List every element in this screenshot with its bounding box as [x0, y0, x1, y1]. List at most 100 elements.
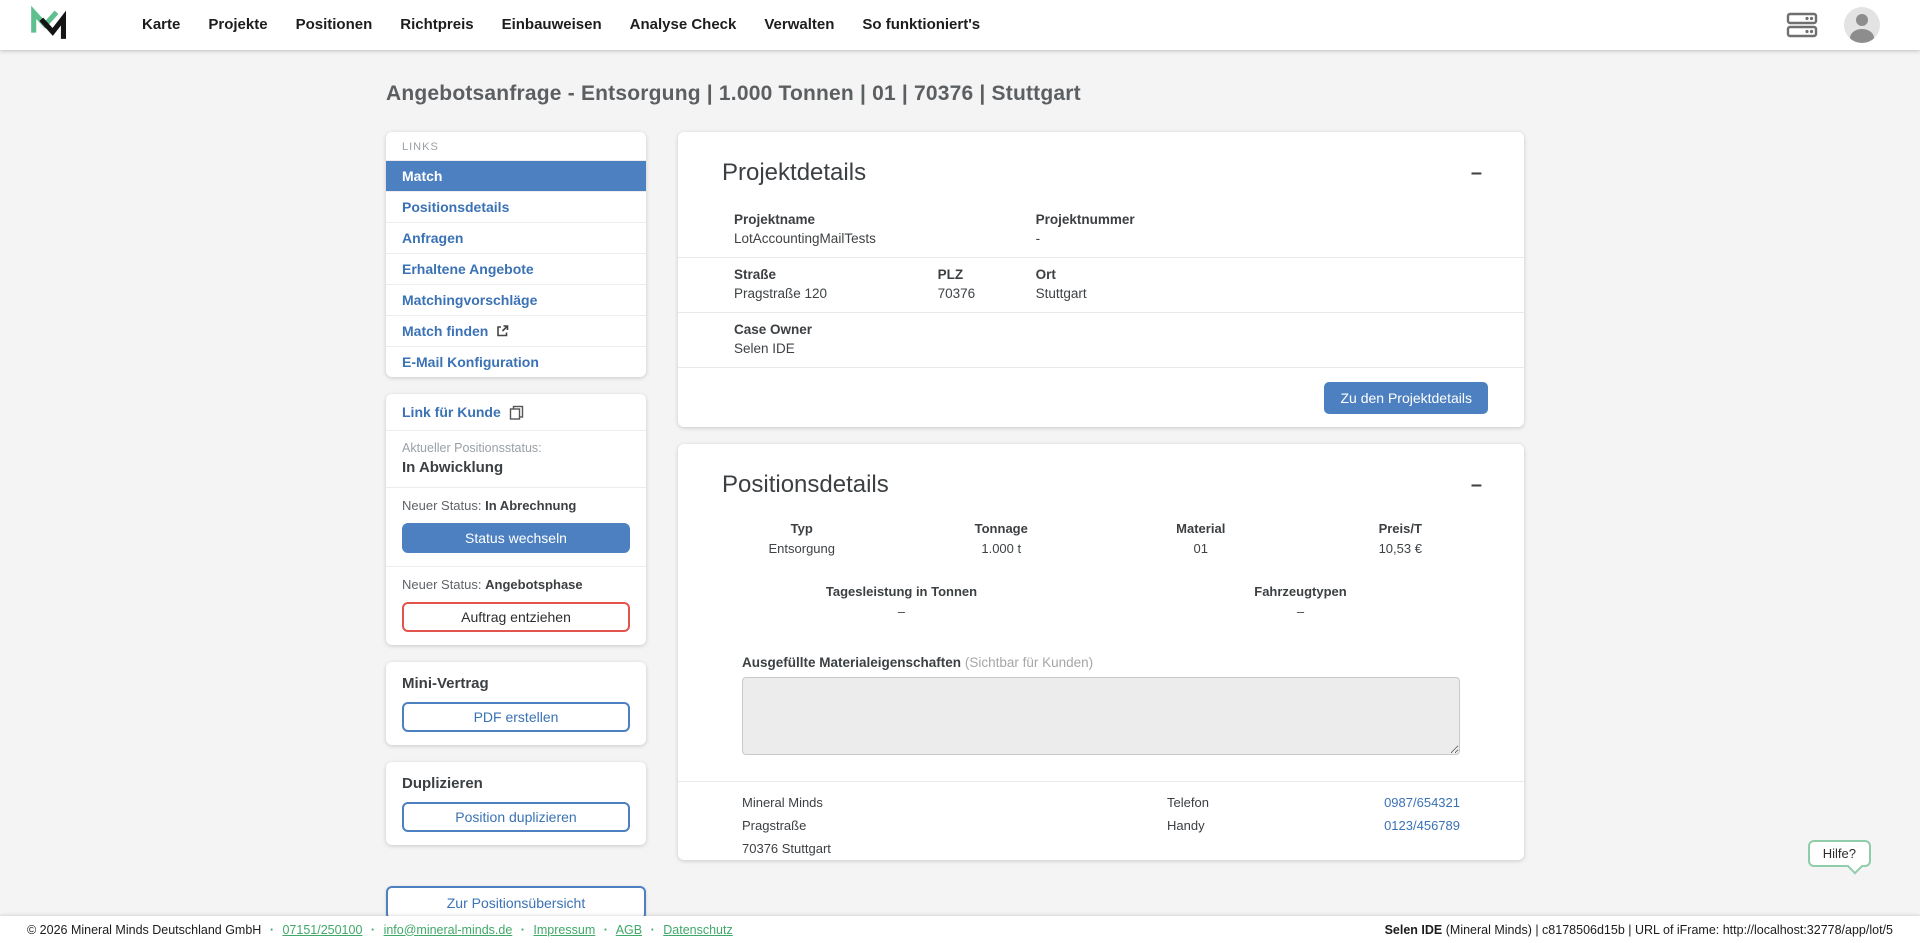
field-label: Tagesleistung in Tonnen: [702, 584, 1101, 599]
project-details-header: Projektdetails –: [678, 132, 1524, 203]
to-project-details-button[interactable]: Zu den Projektdetails: [1324, 382, 1488, 414]
sidebar-item-anfragen[interactable]: Anfragen: [386, 223, 646, 254]
sidebar-item-matchingvorschlaege[interactable]: Matchingvorschläge: [386, 285, 646, 316]
field-case-owner: Case Owner Selen IDE: [734, 322, 938, 356]
nav-verwalten[interactable]: Verwalten: [750, 0, 848, 50]
field-value: 1.000 t: [902, 541, 1102, 556]
field-value: -: [1036, 231, 1488, 246]
field-label: Projektnummer: [1036, 212, 1488, 227]
nav-einbauweisen[interactable]: Einbauweisen: [488, 0, 616, 50]
nav-karte[interactable]: Karte: [128, 0, 194, 50]
sidebar-item-positionsdetails[interactable]: Positionsdetails: [386, 192, 646, 223]
user-avatar[interactable]: [1844, 7, 1880, 43]
project-row-name: Projektname LotAccountingMailTests Proje…: [678, 203, 1524, 257]
help-button[interactable]: Hilfe?: [1808, 840, 1871, 867]
contact-city: 70376 Stuttgart: [742, 838, 1167, 861]
sidebar-item-match-finden[interactable]: Match finden: [386, 316, 646, 347]
status-card: Link für Kunde Aktueller Positionsstatus…: [386, 394, 646, 645]
field-material: Material 01: [1101, 521, 1301, 556]
field-value: 10,53 €: [1301, 541, 1501, 556]
field-projektname: Projektname LotAccountingMailTests: [734, 212, 1036, 246]
nav-projekte[interactable]: Projekte: [194, 0, 281, 50]
field-value: 70376: [938, 286, 1036, 301]
field-label: Case Owner: [734, 322, 938, 337]
customer-link[interactable]: Link für Kunde: [386, 394, 646, 431]
nav-richtpreis[interactable]: Richtpreis: [386, 0, 487, 50]
server-icon[interactable]: [1786, 12, 1818, 38]
field-label: Preis/T: [1301, 521, 1501, 536]
mineral-minds-logo-icon[interactable]: [28, 3, 72, 47]
field-ort: Ort Stuttgart: [1036, 267, 1488, 301]
page-title: Angebotsanfrage - Entsorgung | 1.000 Ton…: [386, 82, 1920, 106]
collapse-position-button[interactable]: –: [1465, 471, 1488, 499]
links-card-title: LINKS: [386, 132, 646, 161]
footer-impressum-link[interactable]: Impressum: [533, 923, 595, 937]
material-properties-label: Ausgefüllte Materialeigenschaften (Sicht…: [742, 655, 1460, 670]
nav-positionen[interactable]: Positionen: [282, 0, 387, 50]
field-tonnage: Tonnage 1.000 t: [902, 521, 1102, 556]
footer-left: © 2026 Mineral Minds Deutschland GmbH · …: [27, 923, 733, 937]
mini-contract-title: Mini-Vertrag: [386, 662, 646, 692]
field-fahrzeugtypen: Fahrzeugtypen –: [1101, 584, 1500, 619]
project-details-footer: Zu den Projektdetails: [678, 367, 1524, 427]
contact-street: Pragstraße: [742, 815, 1167, 838]
field-strasse: Straße Pragstraße 120: [734, 267, 938, 301]
duplicate-card: Duplizieren Position duplizieren: [386, 762, 646, 845]
new-status-prefix: Neuer Status:: [402, 498, 482, 513]
duplicate-title: Duplizieren: [386, 762, 646, 792]
material-properties-hint: (Sichtbar für Kunden): [965, 655, 1093, 670]
current-status-block: Aktueller Positionsstatus: In Abwicklung: [386, 431, 646, 488]
footer-phone-link[interactable]: 07151/250100: [282, 923, 362, 937]
field-typ: Typ Entsorgung: [702, 521, 902, 556]
footer-separator: ·: [521, 923, 525, 937]
footer-separator: ·: [270, 923, 274, 937]
field-label: Ort: [1036, 267, 1488, 282]
withdraw-order-button[interactable]: Auftrag entziehen: [402, 602, 630, 632]
current-status-value: In Abwicklung: [402, 459, 630, 476]
material-properties-textarea[interactable]: [742, 677, 1460, 755]
footer-user: Selen IDE: [1385, 923, 1443, 937]
footer-separator: ·: [651, 923, 655, 937]
material-properties-label-text: Ausgefüllte Materialeigenschaften: [742, 655, 961, 670]
footer-agb-link[interactable]: AGB: [616, 923, 642, 937]
sidebar-item-label: Anfragen: [402, 230, 463, 246]
footer-copyright: © 2026 Mineral Minds Deutschland GmbH: [27, 923, 261, 937]
project-row-owner: Case Owner Selen IDE: [678, 312, 1524, 367]
app-header: Karte Projekte Positionen Richtpreis Ein…: [0, 0, 1920, 50]
footer-datenschutz-link[interactable]: Datenschutz: [663, 923, 732, 937]
field-label: Typ: [702, 521, 902, 536]
nav-so-funktionierts[interactable]: So funktioniert's: [848, 0, 994, 50]
sidebar-item-match[interactable]: Match: [386, 161, 646, 192]
new-status-prefix: Neuer Status:: [402, 577, 482, 592]
project-details-title: Projektdetails: [722, 159, 866, 187]
footer-email-link[interactable]: info@mineral-minds.de: [384, 923, 513, 937]
field-value: Entsorgung: [702, 541, 902, 556]
duplicate-position-button[interactable]: Position duplizieren: [402, 802, 630, 832]
footer-session-info: (Mineral Minds) | c8178506d15b | URL of …: [1442, 923, 1893, 937]
current-status-label: Aktueller Positionsstatus:: [402, 441, 630, 455]
copy-icon: [509, 405, 524, 420]
nav-analyse-check[interactable]: Analyse Check: [616, 0, 751, 50]
sidebar-item-email-konfiguration[interactable]: E-Mail Konfiguration: [386, 347, 646, 377]
sidebar-item-label: Match: [402, 168, 442, 184]
main-column: Projektdetails – Projektname LotAccounti…: [678, 132, 1524, 877]
field-label: Projektname: [734, 212, 1036, 227]
field-label: Material: [1101, 521, 1301, 536]
contact-handy-value[interactable]: 0123/456789: [1384, 815, 1460, 838]
footer-separator: ·: [371, 923, 375, 937]
person-icon: [1844, 7, 1880, 43]
create-pdf-button[interactable]: PDF erstellen: [402, 702, 630, 732]
field-value: Selen IDE: [734, 341, 938, 356]
status-change-button[interactable]: Status wechseln: [402, 523, 630, 553]
collapse-project-button[interactable]: –: [1465, 159, 1488, 187]
sidebar-item-erhaltene-angebote[interactable]: Erhaltene Angebote: [386, 254, 646, 285]
sidebar-item-label: Positionsdetails: [402, 199, 509, 215]
field-label: Fahrzeugtypen: [1101, 584, 1500, 599]
field-label: PLZ: [938, 267, 1036, 282]
sidebar-item-label: Erhaltene Angebote: [402, 261, 534, 277]
contact-telefon-value[interactable]: 0987/654321: [1384, 792, 1460, 815]
position-overview-button[interactable]: Zur Positionsübersicht: [386, 886, 646, 920]
field-value: Pragstraße 120: [734, 286, 938, 301]
field-value: –: [702, 604, 1101, 619]
contact-company: Mineral Minds: [742, 792, 1167, 815]
